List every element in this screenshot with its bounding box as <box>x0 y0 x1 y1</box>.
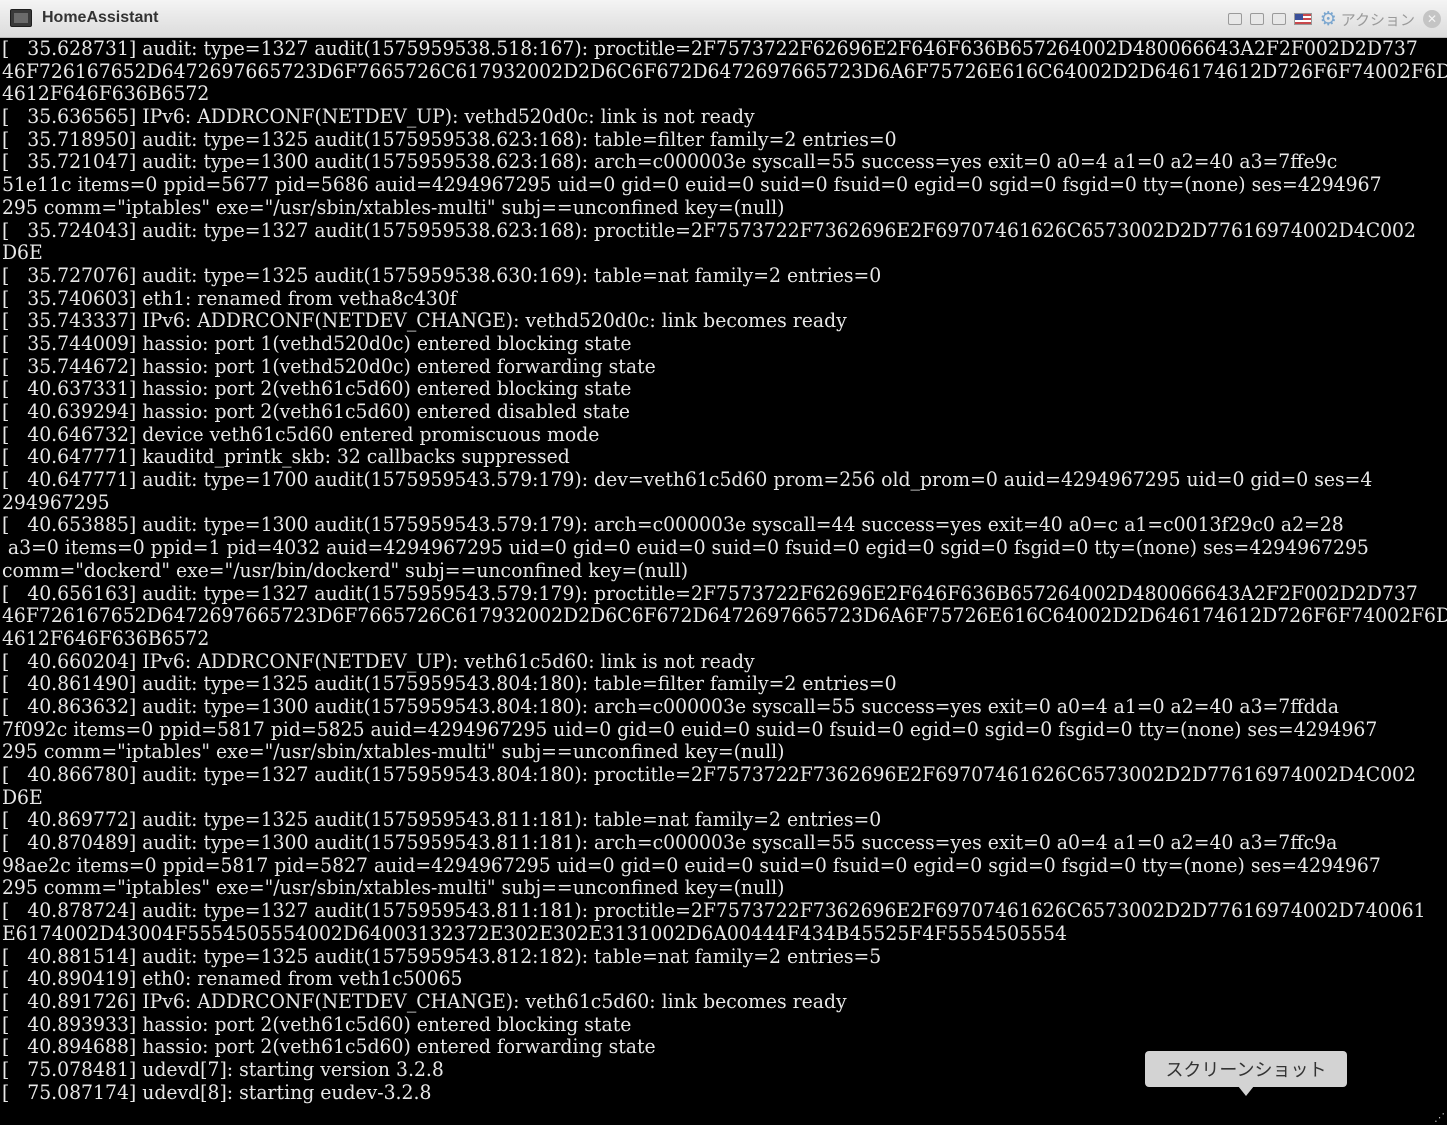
console-line: [ 40.893933] hassio: port 2(veth61c5d60)… <box>1 1012 632 1036</box>
console-line: [ 40.863632] audit: type=1300 audit(1575… <box>1 694 1339 718</box>
console-line: [ 40.890419] eth0: renamed from veth1c50… <box>1 967 463 991</box>
console-line: 7f092c items=0 ppid=5817 pid=5825 auid=4… <box>1 717 1378 741</box>
console-line: [ 40.646732] device veth61c5d60 entered … <box>1 422 600 446</box>
console-line: [ 40.866780] audit: type=1327 audit(1575… <box>1 763 1416 786</box>
console-line: [ 40.647771] audit: type=1700 audit(1575… <box>1 468 1373 492</box>
console-line: [ 40.878724] audit: type=1327 audit(1575… <box>1 899 1426 923</box>
console-line: comm="dockerd" exe="/usr/bin/dockerd" su… <box>1 558 689 582</box>
title-bar[interactable]: HomeAssistant ⚙ アクション ✕ <box>0 0 1447 38</box>
console-line: [ 40.656163] audit: type=1327 audit(1575… <box>1 581 1418 605</box>
console-line: 295 comm="iptables" exe="/usr/sbin/xtabl… <box>1 195 785 219</box>
console-line: 295 comm="iptables" exe="/usr/sbin/xtabl… <box>1 740 785 764</box>
console-line: [ 40.637331] hassio: port 2(veth61c5d60)… <box>1 377 632 401</box>
action-menu-label[interactable]: アクション <box>1341 9 1415 30</box>
vm-window: HomeAssistant ⚙ アクション ✕ [ 35.628731] aud… <box>0 0 1447 1125</box>
console-line: a3=0 items=0 ppid=1 pid=4032 auid=429496… <box>1 536 1369 560</box>
console-line: D6E <box>1 785 43 809</box>
console-line: [ 35.727076] audit: type=1325 audit(1575… <box>1 263 882 287</box>
console-line: 46F726167652D6472697665723D6F7665726C617… <box>1 604 1447 628</box>
console-line: [ 35.724043] audit: type=1327 audit(1575… <box>1 218 1416 242</box>
language-flag-icon[interactable] <box>1293 13 1312 25</box>
console-line: [ 40.639294] hassio: port 2(veth61c5d60)… <box>1 400 631 423</box>
console-line: [ 35.743337] IPv6: ADDRCONF(NETDEV_CHANG… <box>1 309 847 333</box>
console-line: [ 35.744009] hassio: port 1(vethd520d0c)… <box>1 331 632 355</box>
console-line: [ 40.660204] IPv6: ADDRCONF(NETDEV_UP): … <box>1 649 755 673</box>
console-line: [ 40.647771] kauditd_printk_skb: 32 call… <box>1 445 570 469</box>
console-line: 4612F646F636B6572 <box>1 82 210 106</box>
title-bar-controls: ⚙ アクション ✕ <box>1227 0 1447 38</box>
fullscreen-icon[interactable] <box>1271 13 1286 25</box>
console-line: [ 40.653885] audit: type=1300 audit(1575… <box>1 513 1344 537</box>
console-line: [ 35.628731] audit: type=1327 audit(1575… <box>1 38 1418 60</box>
console-line: D6E <box>1 241 43 265</box>
app-icon <box>10 9 32 27</box>
gear-icon[interactable]: ⚙ <box>1320 9 1337 29</box>
console-line: [ 35.744672] hassio: port 1(vethd520d0c)… <box>1 354 656 378</box>
console-line: 51e11c items=0 ppid=5677 pid=5686 auid=4… <box>1 173 1382 197</box>
terminal-console[interactable]: [ 35.628731] audit: type=1327 audit(1575… <box>0 38 1447 1125</box>
console-line: [ 40.861490] audit: type=1325 audit(1575… <box>1 672 897 696</box>
scale-icon[interactable] <box>1249 13 1264 25</box>
console-line: 4612F646F636B6572 <box>1 626 210 650</box>
console-line: [ 40.869772] audit: type=1325 audit(1575… <box>1 808 882 832</box>
console-line: [ 40.870489] audit: type=1300 audit(1575… <box>1 831 1338 855</box>
console-line: [ 40.891726] IPv6: ADDRCONF(NETDEV_CHANG… <box>1 989 847 1013</box>
console-line: 98ae2c items=0 ppid=5817 pid=5827 auid=4… <box>1 853 1381 877</box>
console-line: 295 comm="iptables" exe="/usr/sbin/xtabl… <box>1 876 785 900</box>
window-title: HomeAssistant <box>42 9 159 26</box>
console-line: [ 35.721047] audit: type=1300 audit(1575… <box>1 150 1338 174</box>
console-line: 46F726167652D6472697665723D6F7665726C617… <box>1 59 1447 83</box>
window-mode-icon[interactable] <box>1227 13 1242 25</box>
console-line: [ 35.718950] audit: type=1325 audit(1575… <box>1 127 897 151</box>
console-line: [ 40.881514] audit: type=1325 audit(1575… <box>1 944 882 968</box>
console-line: E6174002D43004F5554505554002D64003132372… <box>1 921 1067 945</box>
screenshot-tooltip: スクリーンショット <box>1145 1051 1347 1087</box>
resize-grip-icon[interactable]: ⋰ <box>1434 1112 1445 1123</box>
console-line: [ 35.740603] eth1: renamed from vetha8c4… <box>1 286 457 310</box>
tooltip-arrow <box>1238 1086 1254 1096</box>
console-line: [ 35.636565] IPv6: ADDRCONF(NETDEV_UP): … <box>1 105 755 129</box>
console-output: [ 35.628731] audit: type=1327 audit(1575… <box>0 38 1447 1104</box>
close-icon[interactable]: ✕ <box>1423 10 1441 28</box>
console-line: 294967295 <box>1 490 110 514</box>
